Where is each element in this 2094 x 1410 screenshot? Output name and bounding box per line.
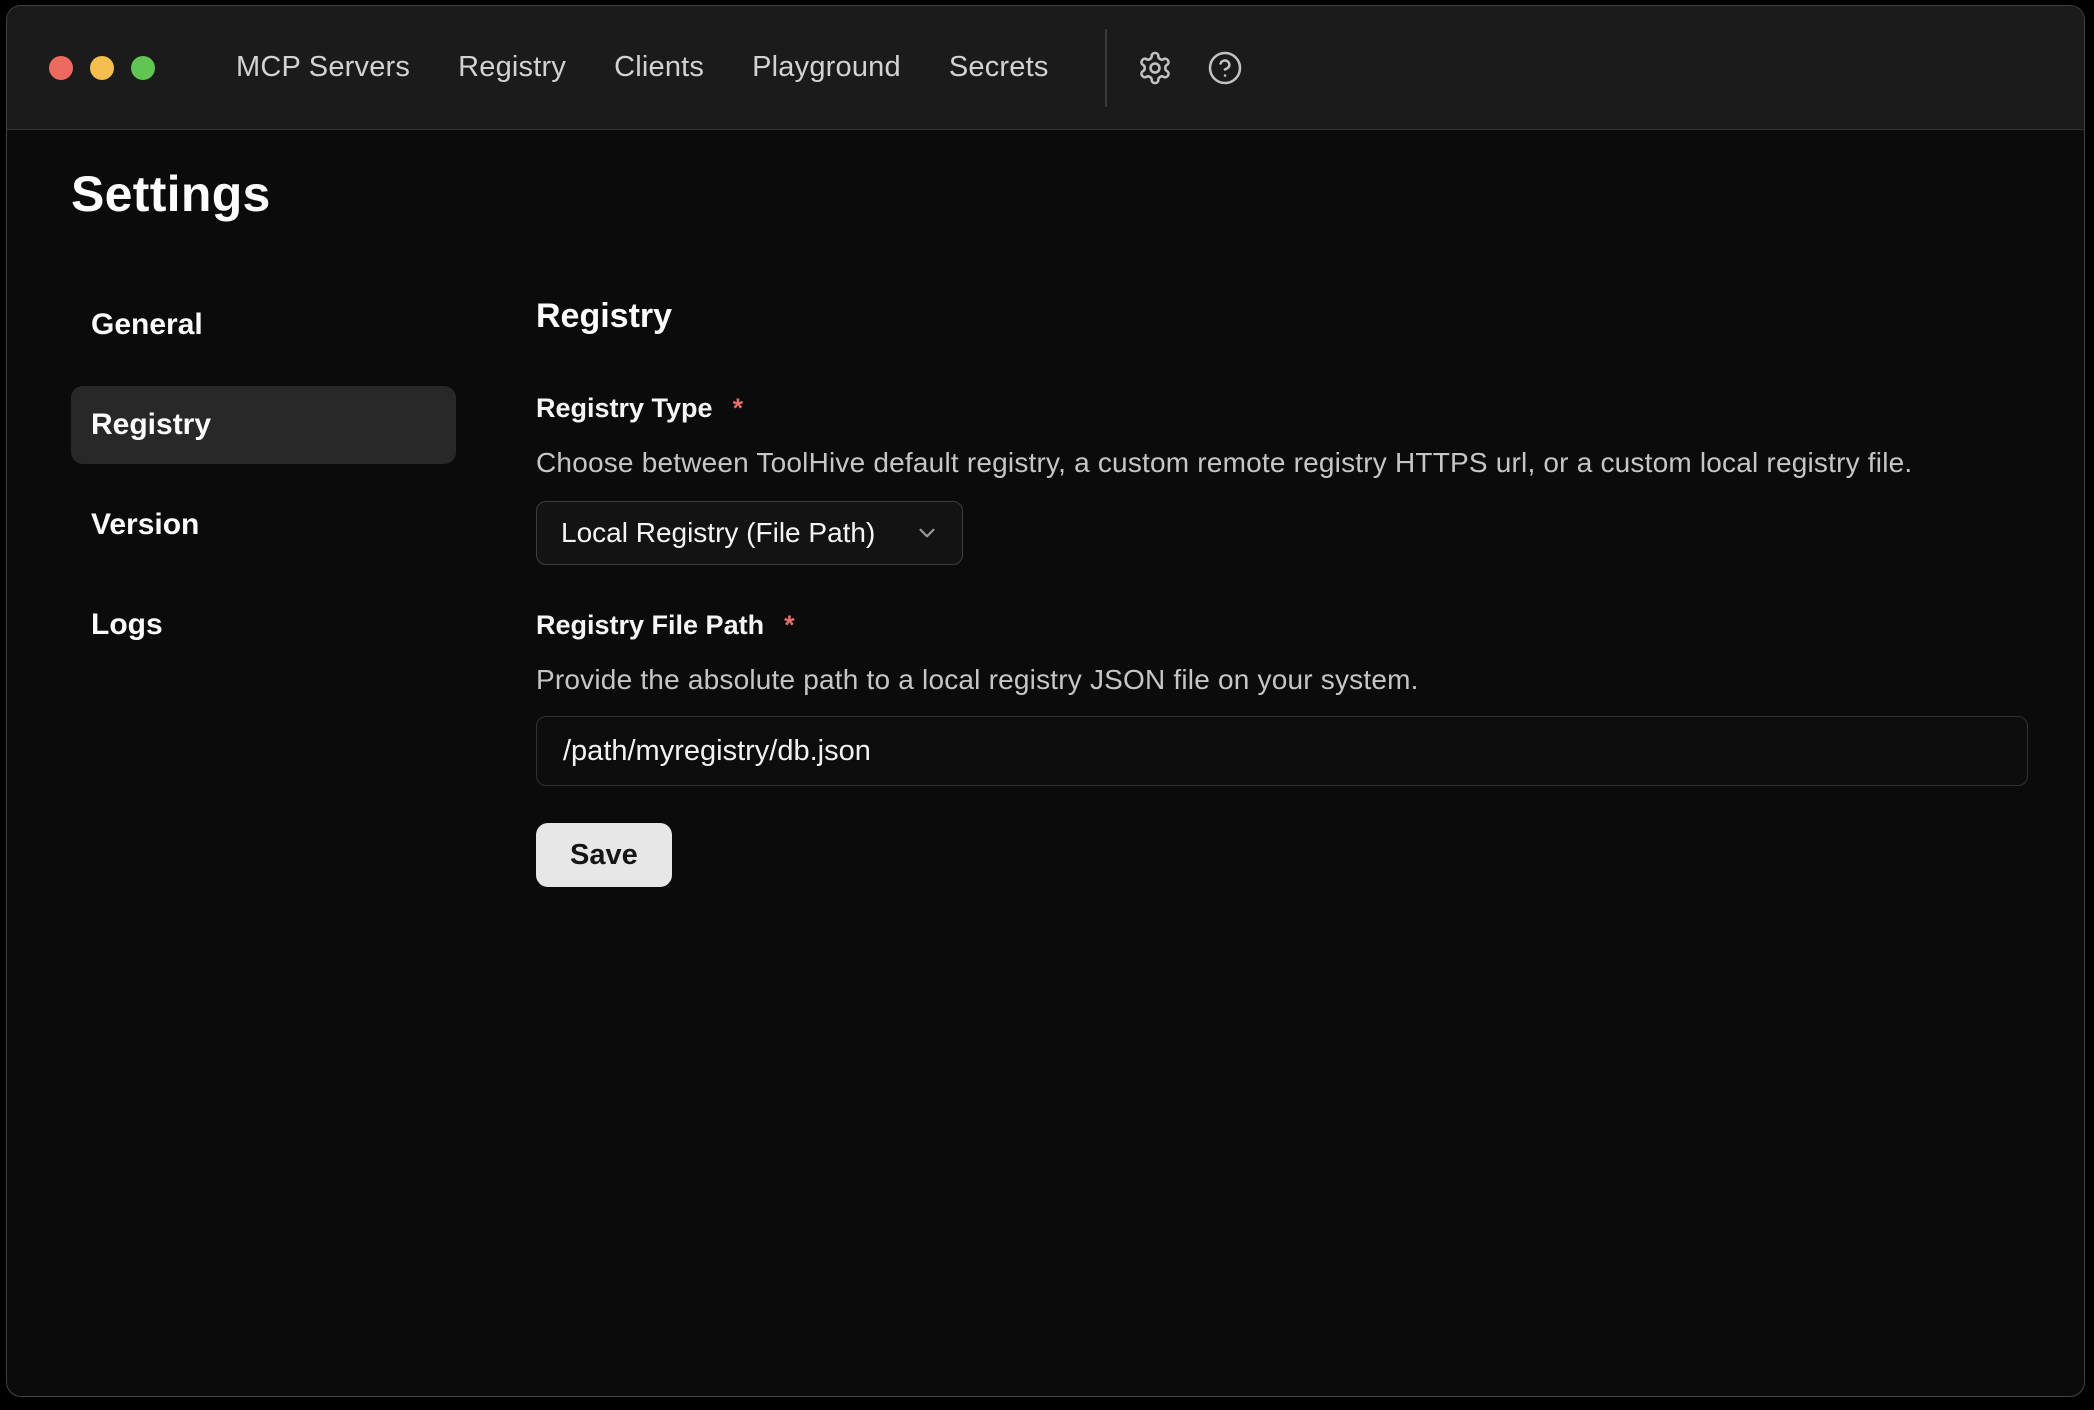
app-window: MCP Servers Registry Clients Playground … (6, 5, 2085, 1397)
settings-content: Registry Registry Type * Choose between … (536, 286, 2028, 887)
settings-layout: General Registry Version Logs Registry R… (7, 286, 2084, 887)
page-title: Settings (71, 164, 2084, 224)
registry-file-path-label: Registry File Path * (536, 608, 2028, 642)
sidebar-item-general[interactable]: General (71, 286, 456, 364)
registry-type-label: Registry Type * (536, 391, 2028, 425)
registry-type-select[interactable]: Local Registry (File Path) (536, 501, 963, 565)
titlebar: MCP Servers Registry Clients Playground … (7, 6, 2084, 130)
registry-type-description: Choose between ToolHive default registry… (536, 445, 2028, 481)
sidebar-item-version[interactable]: Version (71, 486, 456, 564)
top-navigation: MCP Servers Registry Clients Playground … (236, 51, 1049, 84)
registry-file-path-description: Provide the absolute path to a local reg… (536, 662, 2028, 698)
chevron-down-icon (914, 520, 940, 546)
close-button[interactable] (49, 56, 73, 80)
nav-item-registry[interactable]: Registry (458, 51, 566, 84)
sidebar-item-registry[interactable]: Registry (71, 386, 456, 464)
help-icon[interactable] (1207, 50, 1243, 86)
section-heading: Registry (536, 296, 2028, 336)
nav-item-mcp-servers[interactable]: MCP Servers (236, 51, 410, 84)
registry-file-path-label-text: Registry File Path (536, 608, 764, 642)
window-controls (49, 56, 155, 80)
save-button[interactable]: Save (536, 823, 672, 887)
nav-item-clients[interactable]: Clients (614, 51, 704, 84)
gear-icon[interactable] (1137, 50, 1173, 86)
registry-file-path-input[interactable] (536, 716, 2028, 786)
nav-item-playground[interactable]: Playground (752, 51, 901, 84)
settings-sidebar: General Registry Version Logs (71, 286, 456, 887)
nav-item-secrets[interactable]: Secrets (949, 51, 1049, 84)
registry-type-selected-value: Local Registry (File Path) (561, 517, 875, 549)
required-marker: * (784, 608, 795, 642)
registry-type-label-text: Registry Type (536, 391, 713, 425)
sidebar-item-logs[interactable]: Logs (71, 586, 456, 664)
minimize-button[interactable] (90, 56, 114, 80)
titlebar-icons (1137, 50, 1243, 86)
required-marker: * (733, 391, 744, 425)
zoom-button[interactable] (131, 56, 155, 80)
titlebar-divider (1105, 29, 1107, 107)
